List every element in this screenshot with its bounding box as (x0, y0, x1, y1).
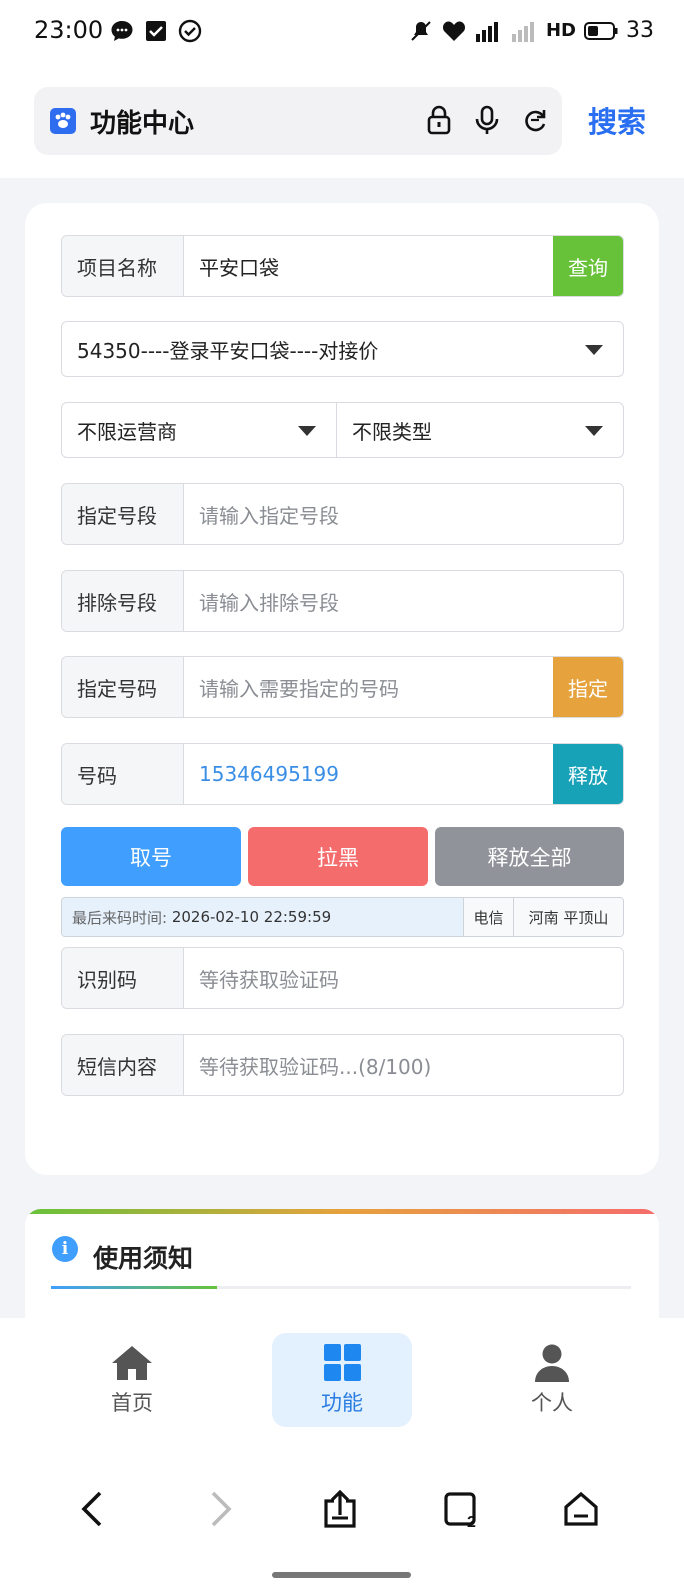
function-card: 项目名称 平安口袋 查询 54350----登录平安口袋----对接价 不限运营… (25, 203, 659, 1175)
battery-icon (584, 21, 618, 40)
tab-profile-label: 个人 (531, 1391, 573, 1415)
paw-logo-icon (50, 108, 76, 134)
notification-icons (110, 19, 202, 43)
block-button[interactable]: 拉黑 (248, 827, 428, 886)
status-bar: 23:00 HD 33 (0, 0, 684, 66)
number-row: 号码 15346495199 释放 (61, 743, 624, 805)
release-button[interactable]: 释放 (553, 744, 623, 804)
type-select[interactable]: 不限类型 (336, 402, 624, 458)
segment-input[interactable]: 请输入指定号段 (199, 484, 339, 544)
chevron-down-icon (585, 426, 603, 436)
item-select-value: 54350----登录平安口袋----对接价 (77, 338, 379, 363)
mute-icon (411, 20, 431, 41)
notice-accent-strip (25, 1209, 659, 1214)
specify-button[interactable]: 指定 (553, 657, 623, 717)
back-icon[interactable] (74, 1489, 114, 1529)
number-label: 号码 (62, 744, 184, 804)
task-icon (146, 21, 166, 41)
search-button[interactable]: 搜索 (588, 99, 646, 141)
item-select[interactable]: 54350----登录平安口袋----对接价 (61, 321, 624, 377)
sms-output[interactable]: 等待获取验证码...(8/100) (199, 1035, 431, 1095)
tab-function[interactable]: 功能 (272, 1333, 412, 1427)
browser-bottom-bar: 2 (0, 1446, 684, 1596)
signal-weak-icon (511, 21, 534, 42)
signal-5g-icon (475, 21, 498, 42)
last-code-label: 最后来码时间: (72, 908, 168, 927)
person-icon (535, 1344, 569, 1382)
segment-row: 指定号段 请输入指定号段 (61, 483, 624, 545)
specify-row: 指定号码 请输入需要指定的号码 指定 (61, 656, 624, 718)
tabs-icon[interactable]: 2 (442, 1489, 482, 1529)
code-row: 识别码 等待获取验证码 (61, 947, 624, 1009)
carrier-select[interactable]: 不限运营商 (61, 402, 337, 458)
sms-row: 短信内容 等待获取验证码...(8/100) (61, 1034, 624, 1096)
notice-divider-active (51, 1286, 217, 1289)
address-title: 功能中心 (90, 109, 195, 139)
segment-label: 指定号段 (62, 484, 184, 544)
home-indicator[interactable] (272, 1572, 411, 1578)
tab-profile[interactable]: 个人 (482, 1333, 622, 1427)
get-number-button[interactable]: 取号 (61, 827, 241, 886)
refresh-icon[interactable] (522, 105, 548, 135)
region-badge: 河南 平顶山 (513, 898, 623, 936)
forward-icon[interactable] (199, 1489, 239, 1529)
last-code-info: 最后来码时间: 2026-02-10 22:59:59 电信 河南 平顶山 (61, 897, 624, 937)
share-icon[interactable] (320, 1489, 360, 1529)
last-code-time: 最后来码时间: 2026-02-10 22:59:59 (62, 898, 463, 936)
exclude-input[interactable]: 请输入排除号段 (199, 571, 339, 631)
carrier-badge: 电信 (463, 898, 513, 936)
lock-icon[interactable] (426, 105, 452, 135)
chevron-down-icon (298, 426, 316, 436)
microphone-icon[interactable] (474, 105, 500, 135)
bottom-tab-bar: 首页 功能 个人 (0, 1318, 684, 1446)
release-all-button[interactable]: 释放全部 (435, 827, 624, 886)
query-button[interactable]: 查询 (553, 236, 623, 296)
notice-title: 使用须知 (93, 1244, 194, 1273)
last-code-value: 2026-02-10 22:59:59 (171, 908, 332, 926)
status-time: 23:00 (34, 16, 104, 44)
code-label: 识别码 (62, 948, 184, 1008)
specify-label: 指定号码 (62, 657, 184, 717)
code-output[interactable]: 等待获取验证码 (199, 948, 339, 1008)
tab-home[interactable]: 首页 (62, 1333, 202, 1427)
carrier-select-value: 不限运营商 (77, 419, 177, 444)
notice-card: i 使用须知 (25, 1209, 659, 1329)
project-input[interactable]: 平安口袋 (199, 236, 279, 296)
chevron-down-icon (585, 345, 603, 355)
home-icon (112, 1346, 152, 1380)
exclude-label: 排除号段 (62, 571, 184, 631)
exclude-row: 排除号段 请输入排除号段 (61, 570, 624, 632)
network-label: HD (545, 20, 576, 41)
tab-home-label: 首页 (111, 1391, 153, 1415)
sms-label: 短信内容 (62, 1035, 184, 1095)
heart-icon (442, 20, 466, 41)
chat-icon (111, 21, 133, 41)
project-row: 项目名称 平安口袋 查询 (61, 235, 624, 297)
tab-function-label: 功能 (321, 1391, 363, 1415)
system-icons: HD 33 (408, 18, 654, 43)
grid-icon (324, 1344, 361, 1381)
info-icon: i (52, 1236, 78, 1262)
number-value[interactable]: 15346495199 (199, 744, 339, 804)
project-label: 项目名称 (62, 236, 184, 296)
home-browser-icon[interactable] (561, 1489, 601, 1529)
specify-input[interactable]: 请输入需要指定的号码 (199, 657, 399, 717)
address-bar[interactable]: 功能中心 (34, 87, 562, 155)
browser-top-bar: 功能中心 搜索 (0, 66, 684, 178)
check-circle-icon (178, 19, 202, 43)
battery-percent: 33 (626, 18, 654, 43)
svg-text:2: 2 (467, 1514, 476, 1529)
type-select-value: 不限类型 (352, 419, 432, 444)
